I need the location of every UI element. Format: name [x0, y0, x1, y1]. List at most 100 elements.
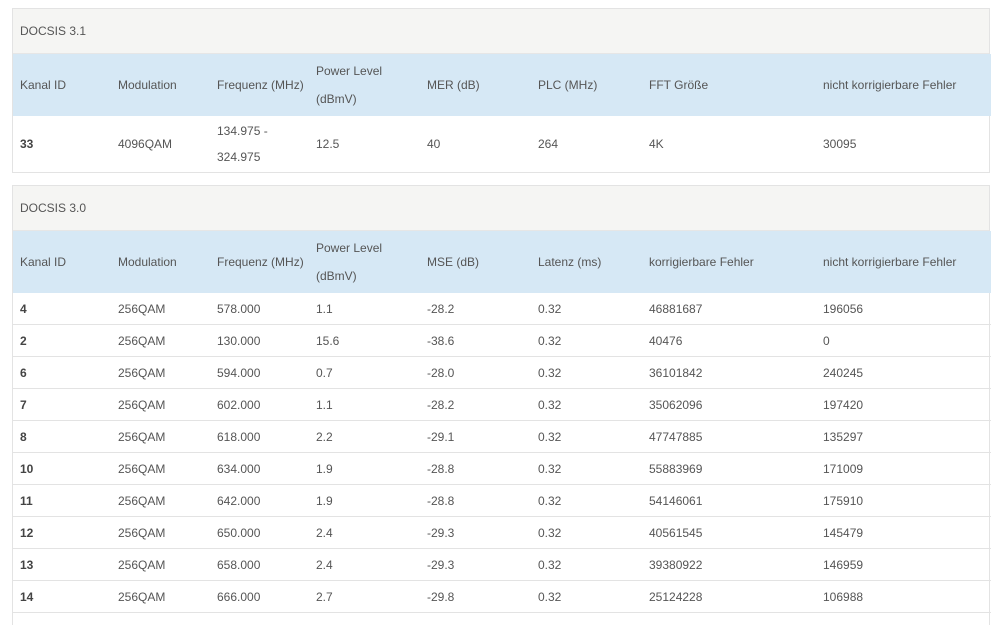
column-header-frequenz: Frequenz (MHz) — [210, 231, 309, 293]
table-row: 13 256QAM 658.000 2.4 -29.3 0.32 39380922 14695… — [13, 548, 991, 581]
cell-frequency: 594.000 — [210, 356, 309, 389]
cell-modulation: 256QAM — [111, 388, 210, 421]
cell-kanal-id: 10 — [13, 452, 111, 485]
docsis31-table: Kanal ID Modulation Frequenz (MHz) Power… — [13, 54, 991, 172]
cell-latency: 0.32 — [531, 548, 642, 581]
cell-power: 2.4 — [309, 516, 420, 549]
cell-modulation: 256QAM — [111, 356, 210, 389]
cell-frequency: 602.000 — [210, 388, 309, 421]
cell-correctable: 36101842 — [642, 356, 816, 389]
cell-kanal-id: 2 — [13, 324, 111, 357]
docsis30-table-body: 4 256QAM 578.000 1.1 -28.2 0.32 46881687 196056… — [13, 293, 991, 613]
cell-frequency: 650.000 — [210, 516, 309, 549]
cell-mse: -28.8 — [420, 484, 531, 517]
cell-mse: -28.2 — [420, 293, 531, 325]
cell-modulation: 4096QAM — [118, 137, 173, 151]
cell-mse: -29.3 — [420, 516, 531, 549]
cell-correctable: 47747885 — [642, 420, 816, 453]
cell-power: 2.7 — [309, 580, 420, 613]
cell-uncorrectable: 106988 — [816, 580, 991, 613]
cell-power: 0.7 — [309, 356, 420, 389]
table-row: 8 256QAM 618.000 2.2 -29.1 0.32 47747885 135297 — [13, 420, 991, 453]
column-header-plc: PLC (MHz) — [531, 54, 642, 116]
table-row: 7 256QAM 602.000 1.1 -28.2 0.32 35062096 197420 — [13, 388, 991, 421]
docsis30-title: DOCSIS 3.0 — [13, 186, 989, 231]
column-header-correctable: korrigierbare Fehler — [642, 231, 816, 293]
cell-correctable: 39380922 — [642, 548, 816, 581]
cell-frequency: 130.000 — [210, 324, 309, 357]
cell-uncorrectable: 145479 — [816, 516, 991, 549]
docsis30-table: Kanal ID Modulation Frequenz (MHz) Power… — [13, 231, 991, 613]
cell-latency: 0.32 — [531, 293, 642, 325]
table-row: 14 256QAM 666.000 2.7 -29.8 0.32 25124228 10698… — [13, 580, 991, 613]
cell-frequency-line1: 134.975 - — [217, 124, 268, 138]
cell-frequency: 134.975 - 324.975 — [210, 116, 309, 172]
cell-mse: -29.8 — [420, 580, 531, 613]
cell-uncorrectable: 240245 — [816, 356, 991, 389]
cell-kanal-id: 13 — [13, 548, 111, 581]
cell-correctable: 54146061 — [642, 484, 816, 517]
cell-modulation: 256QAM — [111, 484, 210, 517]
cell-mse: -29.3 — [420, 548, 531, 581]
cell-mse: -28.2 — [420, 388, 531, 421]
table-row: 4 256QAM 578.000 1.1 -28.2 0.32 46881687 196056 — [13, 293, 991, 325]
table-row: 11 256QAM 642.000 1.9 -28.8 0.32 54146061 17591… — [13, 484, 991, 517]
cell-correctable: 46881687 — [642, 293, 816, 325]
table-row: 2 256QAM 130.000 15.6 -38.6 0.32 40476 0 — [13, 324, 991, 357]
column-header-frequenz: Frequenz (MHz) — [210, 54, 309, 116]
column-header-kanal-id: Kanal ID — [13, 54, 111, 116]
cell-latency: 0.32 — [531, 580, 642, 613]
cell-kanal-id: 4 — [13, 293, 111, 325]
cell-modulation: 256QAM — [111, 516, 210, 549]
cell-correctable: 40561545 — [642, 516, 816, 549]
cell-power: 2.2 — [309, 420, 420, 453]
cell-uncorrectable: 171009 — [816, 452, 991, 485]
column-header-modulation: Modulation — [111, 231, 210, 293]
cell-correctable: 40476 — [642, 324, 816, 357]
cell-power: 1.9 — [309, 452, 420, 485]
docsis31-title: DOCSIS 3.1 — [13, 9, 989, 54]
cell-uncorrectable: 196056 — [816, 293, 991, 325]
column-header-kanal-id: Kanal ID — [13, 231, 111, 293]
docsis30-panel: DOCSIS 3.0 Kanal ID Modulation Frequenz … — [12, 185, 991, 625]
cell-modulation: 256QAM — [111, 452, 210, 485]
table-row: 10 256QAM 634.000 1.9 -28.8 0.32 55883969 17100… — [13, 452, 991, 485]
cell-modulation: 256QAM — [111, 293, 210, 325]
cell-kanal-id: 8 — [13, 420, 111, 453]
cell-kanal-id: 12 — [13, 516, 111, 549]
cell-frequency-line2: 324.975 — [217, 150, 261, 164]
cell-latency: 0.32 — [531, 388, 642, 421]
cell-power: 1.9 — [309, 484, 420, 517]
column-header-uncorrectable: nicht korrigierbare Fehler — [816, 54, 991, 116]
cell-kanal-id: 33 — [20, 137, 34, 151]
table-row: 12 256QAM 650.000 2.4 -29.3 0.32 40561545 14547… — [13, 516, 991, 549]
cell-frequency: 666.000 — [210, 580, 309, 613]
cell-uncorrectable: 146959 — [816, 548, 991, 581]
cell-latency: 0.32 — [531, 484, 642, 517]
cell-latency: 0.32 — [531, 356, 642, 389]
column-header-modulation: Modulation — [111, 54, 210, 116]
docsis30-header-row: Kanal ID Modulation Frequenz (MHz) Power… — [13, 231, 991, 293]
cell-power: 15.6 — [309, 324, 420, 357]
column-header-mse: MSE (dB) — [420, 231, 531, 293]
cell-frequency: 634.000 — [210, 452, 309, 485]
cell-frequency: 642.000 — [210, 484, 309, 517]
table-row: 33 4096QAM 134.975 - 324.975 12.5 40 264… — [13, 116, 991, 172]
cell-correctable: 35062096 — [642, 388, 816, 421]
cell-modulation: 256QAM — [111, 420, 210, 453]
cell-mse: -29.1 — [420, 420, 531, 453]
cell-frequency: 658.000 — [210, 548, 309, 581]
column-header-mer: MER (dB) — [420, 54, 531, 116]
table-row: 6 256QAM 594.000 0.7 -28.0 0.32 36101842 240245 — [13, 356, 991, 389]
cell-uncorrectable: 30095 — [823, 137, 857, 151]
column-header-power-level: Power Level (dBmV) — [309, 54, 420, 116]
cell-frequency: 618.000 — [210, 420, 309, 453]
cell-frequency: 578.000 — [210, 293, 309, 325]
cell-kanal-id: 11 — [13, 484, 111, 517]
cell-correctable: 55883969 — [642, 452, 816, 485]
cell-fft: 4K — [649, 137, 664, 151]
cell-plc: 264 — [538, 137, 559, 151]
cell-kanal-id: 14 — [13, 580, 111, 613]
column-header-power-level: Power Level (dBmV) — [309, 231, 420, 293]
cell-modulation: 256QAM — [111, 324, 210, 357]
